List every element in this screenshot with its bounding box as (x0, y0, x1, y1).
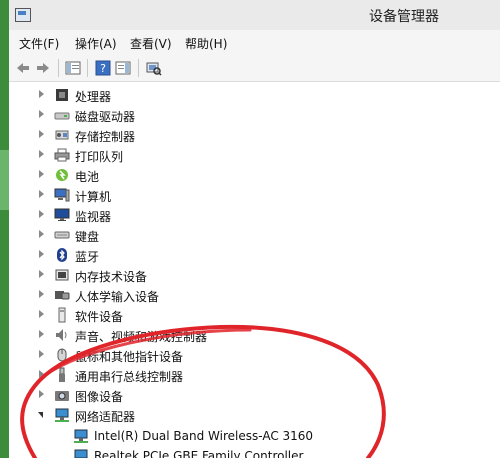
keyboard-icon (54, 231, 70, 239)
hid-icon (55, 291, 70, 300)
tree-child-realtek-gbe[interactable]: Realtek PCIe GBE Family Controller (9, 446, 500, 458)
expand-arrow-icon[interactable] (39, 390, 44, 398)
expand-arrow-icon[interactable] (39, 130, 44, 138)
title-bar: 设备管理器 (9, 0, 500, 30)
expand-arrow-icon[interactable] (39, 150, 44, 158)
menu-file[interactable]: 文件(F) (19, 35, 59, 52)
mouse-icon (57, 348, 67, 362)
tree-item-usb[interactable]: 通用串行总线控制器 (9, 365, 500, 385)
tree-item-label: 处理器 (75, 90, 112, 104)
network-adapter-icon (55, 408, 69, 422)
tree-item-mouse[interactable]: 鼠标和其他指针设备 (9, 345, 500, 365)
device-tree: 处理器 磁盘驱动器 存储控制器 打印队列 电池 计算机 监视器 键盘 蓝牙 内存… (9, 82, 500, 458)
menu-help[interactable]: 帮助(H) (185, 35, 227, 52)
tree-item-label: 监视器 (75, 210, 112, 224)
tree-item-label: 网络适配器 (75, 410, 136, 424)
toolbar: ? (9, 54, 500, 82)
expand-arrow-icon[interactable] (39, 290, 44, 298)
expand-arrow-icon[interactable] (39, 250, 44, 258)
sound-icon (56, 329, 67, 341)
battery-icon (56, 169, 68, 181)
tree-item-imaging-device[interactable]: 图像设备 (9, 385, 500, 405)
tree-item-hid[interactable]: 人体学输入设备 (9, 285, 500, 305)
menu-view[interactable]: 查看(V) (130, 35, 172, 52)
tree-item-monitor[interactable]: 监视器 (9, 205, 500, 225)
tree-item-label: 磁盘驱动器 (75, 110, 136, 124)
printer-icon (54, 148, 70, 162)
expand-arrow-icon[interactable] (39, 190, 44, 198)
tree-item-software-device[interactable]: 软件设备 (9, 305, 500, 325)
menu-bar: 文件(F) 操作(A) 查看(V) 帮助(H) (9, 30, 500, 54)
collapse-arrow-icon[interactable] (38, 412, 43, 418)
tree-item-label: 键盘 (75, 230, 100, 244)
tree-item-bluetooth[interactable]: 蓝牙 (9, 245, 500, 265)
tree-item-network-adapter[interactable]: 网络适配器 (9, 405, 500, 425)
monitor-icon (54, 208, 70, 221)
tree-item-computer[interactable]: 计算机 (9, 185, 500, 205)
tree-item-processor[interactable]: 处理器 (9, 85, 500, 105)
scan-hardware-icon[interactable] (146, 60, 162, 76)
tree-item-label: 声音、视频和游戏控制器 (75, 330, 208, 344)
tree-item-label: 软件设备 (75, 310, 124, 324)
software-device-icon (58, 307, 66, 323)
tree-item-sound[interactable]: 声音、视频和游戏控制器 (9, 325, 500, 345)
tree-item-label: Realtek PCIe GBE Family Controller (94, 449, 304, 458)
tree-child-intel-wireless[interactable]: Intel(R) Dual Band Wireless-AC 3160 (9, 426, 500, 446)
tree-item-battery[interactable]: 电池 (9, 165, 500, 185)
tree-item-label: 计算机 (75, 190, 112, 204)
tree-item-label: 蓝牙 (75, 250, 100, 264)
disk-drive-icon (54, 112, 70, 120)
computer-icon (54, 188, 70, 202)
background-strip (0, 0, 9, 458)
expand-arrow-icon[interactable] (39, 210, 44, 218)
tree-item-label: 打印队列 (75, 150, 124, 164)
tree-item-keyboard[interactable]: 键盘 (9, 225, 500, 245)
processor-icon (56, 89, 68, 101)
tree-item-label: 通用串行总线控制器 (75, 370, 184, 384)
tree-item-memory-device[interactable]: 内存技术设备 (9, 265, 500, 285)
expand-arrow-icon[interactable] (39, 90, 44, 98)
tree-item-disk-drive[interactable]: 磁盘驱动器 (9, 105, 500, 125)
tree-item-label: 内存技术设备 (75, 270, 148, 284)
window-title: 设备管理器 (369, 9, 439, 25)
help-icon[interactable]: ? (95, 60, 111, 76)
expand-arrow-icon[interactable] (39, 370, 44, 378)
storage-controller-icon (55, 130, 69, 140)
expand-arrow-icon[interactable] (39, 110, 44, 118)
expand-arrow-icon[interactable] (39, 270, 44, 278)
bluetooth-icon (57, 248, 67, 262)
tree-item-label: 存储控制器 (75, 130, 136, 144)
memory-device-icon (55, 269, 69, 281)
forward-arrow-icon[interactable] (35, 60, 51, 76)
show-hide-pane-icon[interactable] (65, 60, 81, 76)
tree-item-label: 图像设备 (75, 390, 124, 404)
menu-action[interactable]: 操作(A) (75, 35, 117, 52)
expand-arrow-icon[interactable] (39, 350, 44, 358)
properties-pane-icon[interactable] (115, 60, 131, 76)
network-card-icon (74, 449, 88, 458)
device-manager-app-icon (15, 8, 31, 22)
camera-icon (55, 391, 69, 401)
tree-item-storage-controller[interactable]: 存储控制器 (9, 125, 500, 145)
expand-arrow-icon[interactable] (39, 330, 44, 338)
expand-arrow-icon[interactable] (39, 170, 44, 178)
expand-arrow-icon[interactable] (39, 310, 44, 318)
tree-item-label: 鼠标和其他指针设备 (75, 350, 184, 364)
tree-item-label: Intel(R) Dual Band Wireless-AC 3160 (94, 429, 314, 443)
network-card-icon (74, 429, 88, 443)
back-arrow-icon[interactable] (15, 60, 31, 76)
usb-icon (59, 367, 65, 382)
tree-item-label: 人体学输入设备 (75, 290, 160, 304)
tree-item-label: 电池 (75, 170, 100, 184)
device-manager-window: 设备管理器 文件(F) 操作(A) 查看(V) 帮助(H) ? 处理器 磁盘驱动… (0, 0, 500, 458)
expand-arrow-icon[interactable] (39, 230, 44, 238)
tree-item-print-queue[interactable]: 打印队列 (9, 145, 500, 165)
svg-text:?: ? (100, 62, 106, 75)
